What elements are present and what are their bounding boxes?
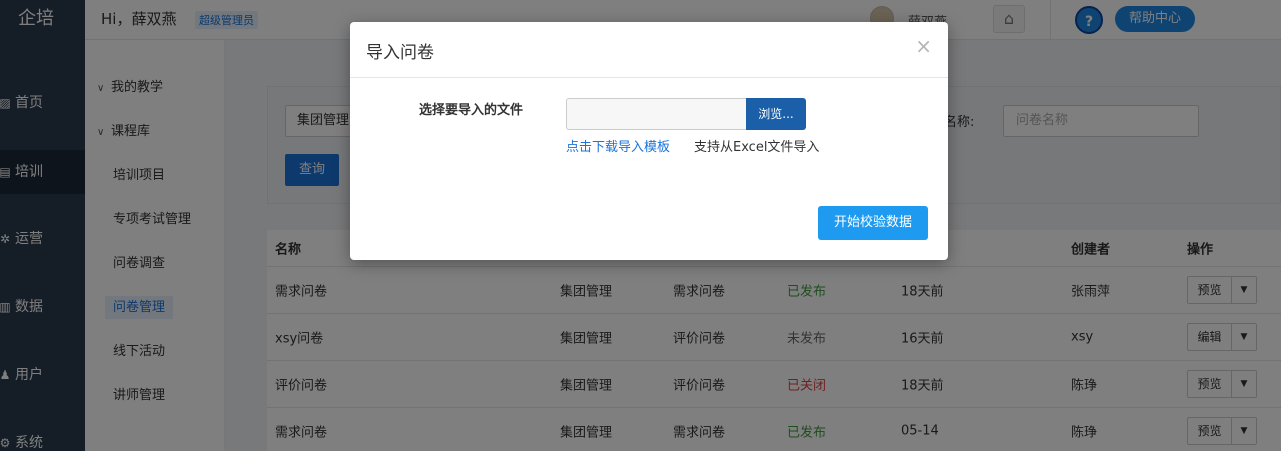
close-icon[interactable]: × — [915, 36, 932, 56]
file-field-label: 选择要导入的文件 — [419, 103, 524, 118]
modal-header: 导入问卷 × — [350, 22, 948, 78]
browse-button[interactable]: 浏览... — [746, 98, 806, 130]
import-hint: 支持从Excel文件导入 — [694, 140, 820, 155]
download-template-link[interactable]: 点击下载导入模板 — [566, 136, 670, 155]
file-path-input[interactable] — [566, 98, 746, 130]
modal-title: 导入问卷 — [366, 43, 434, 63]
start-validate-button[interactable]: 开始校验数据 — [818, 206, 928, 240]
import-survey-modal: 导入问卷 × 选择要导入的文件 浏览... 点击下载导入模板 支持从Excel文… — [350, 22, 948, 260]
